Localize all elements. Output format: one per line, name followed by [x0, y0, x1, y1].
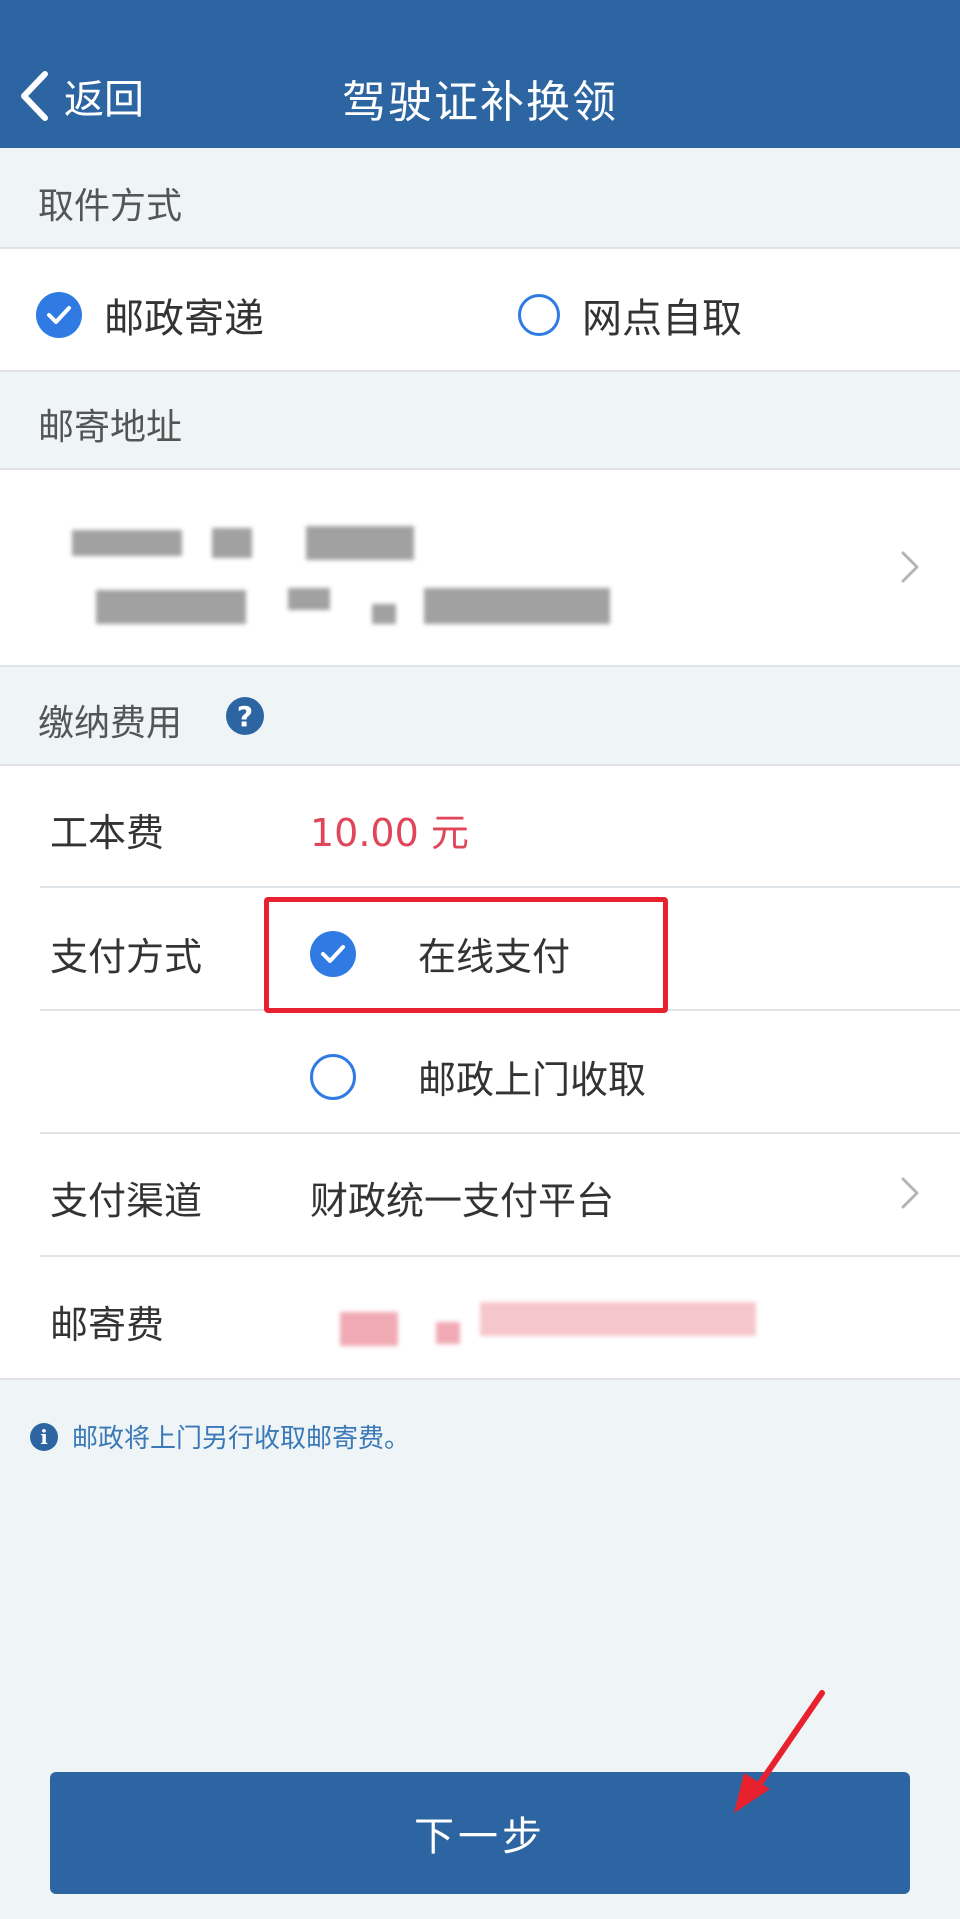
fees-card: 工本费 10.00 元 支付方式 在线支付 邮政上门收取 支付渠道 财政统一支付…	[0, 766, 960, 1378]
page-title: 驾驶证补换领	[342, 77, 618, 128]
redacted-postage-value	[340, 1312, 398, 1346]
pickup-option-branch[interactable]: 网点自取	[518, 286, 742, 344]
redacted-address-line1	[72, 530, 182, 556]
redacted-address-line2	[96, 590, 246, 624]
radio-unchecked-icon	[518, 294, 560, 336]
payment-method-label: 支付方式	[50, 935, 203, 979]
notice: i 邮政将上门另行收取邮寄费。	[30, 1418, 410, 1455]
pickup-section-title: 取件方式	[38, 186, 183, 227]
pickup-options: 邮政寄递 网点自取	[0, 249, 960, 370]
fees-section-title: 缴纳费用	[38, 703, 183, 744]
highlight-box	[264, 897, 668, 1013]
divider	[40, 1255, 960, 1257]
postage-label: 邮寄费	[50, 1303, 165, 1347]
payment-channel-label: 支付渠道	[50, 1179, 203, 1223]
arrow-annotation-icon	[734, 1690, 825, 1813]
address-card[interactable]	[0, 470, 960, 665]
redacted-postage-value	[436, 1322, 460, 1344]
redacted-postage-value	[480, 1302, 756, 1336]
radio-checked-icon	[36, 292, 82, 338]
radio-unchecked-icon	[310, 1053, 356, 1100]
divider	[0, 370, 960, 372]
payment-option-postal-collect-label: 邮政上门收取	[418, 1058, 647, 1102]
notice-text: 邮政将上门另行收取邮寄费。	[72, 1424, 411, 1454]
pickup-option-branch-label: 网点自取	[582, 296, 742, 342]
cost-label: 工本费	[50, 811, 165, 855]
redacted-address-line1	[306, 526, 414, 560]
address-section-title: 邮寄地址	[38, 407, 183, 448]
pickup-option-postal-label: 邮政寄递	[104, 296, 264, 342]
pickup-option-postal[interactable]: 邮政寄递	[36, 286, 264, 344]
info-icon: i	[30, 1422, 58, 1451]
redacted-address-line2	[288, 588, 330, 610]
header-bar: 返回 驾驶证补换领	[0, 0, 960, 148]
divider	[40, 886, 960, 888]
divider	[0, 1378, 960, 1380]
redacted-address-line2	[372, 604, 396, 624]
divider	[40, 1132, 960, 1134]
payment-option-postal-collect[interactable]: 邮政上门收取	[310, 1049, 646, 1104]
payment-channel-value: 财政统一支付平台	[310, 1179, 615, 1223]
chevron-right-icon	[901, 1177, 919, 1209]
chevron-right-icon	[901, 551, 919, 583]
help-icon[interactable]: ?	[226, 697, 264, 735]
cost-value: 10.00 元	[310, 811, 469, 855]
redacted-address-line1	[212, 528, 252, 558]
redacted-address-line2	[424, 588, 610, 624]
divider	[0, 665, 960, 667]
